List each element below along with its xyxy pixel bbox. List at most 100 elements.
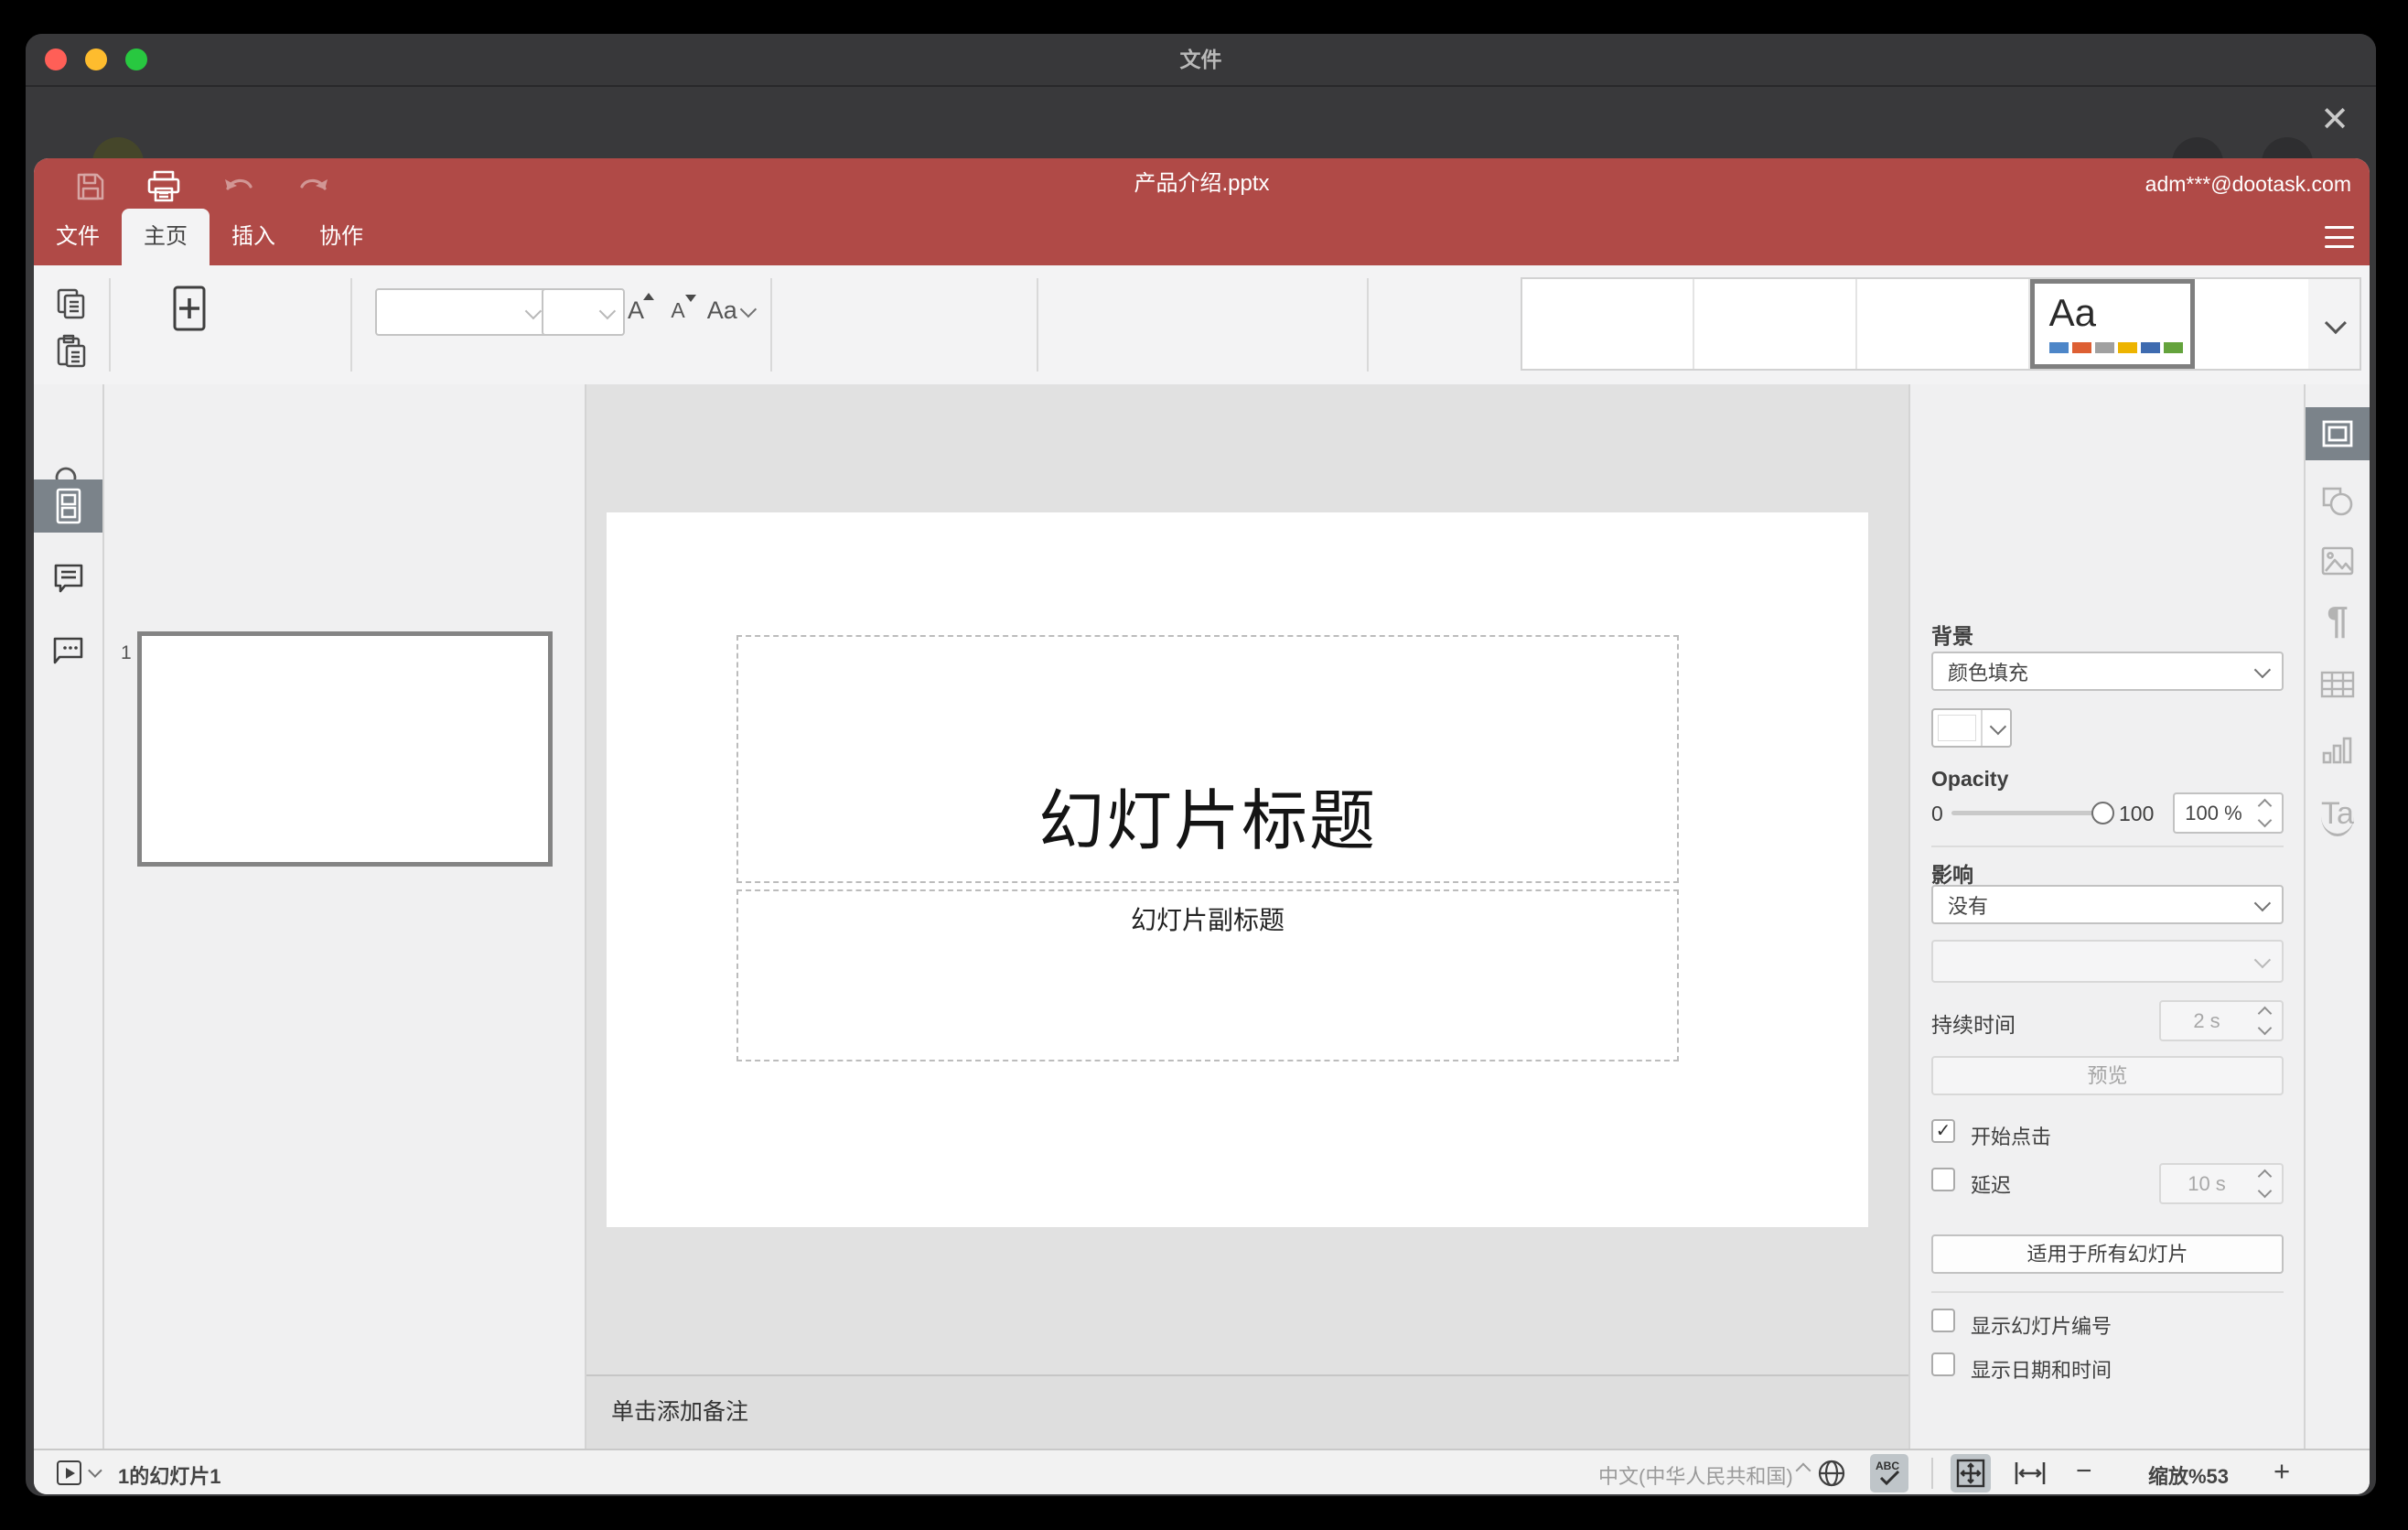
spell-check-toggle[interactable]: ABC <box>1870 1454 1908 1492</box>
apply-to-all-slides-button[interactable]: 适用于所有幻灯片 <box>1931 1234 2284 1274</box>
increase-font-label: A <box>627 296 644 324</box>
theme-tile[interactable] <box>1522 279 1695 369</box>
tab-insert[interactable]: 插入 <box>210 209 297 265</box>
chevron-down-icon <box>2253 894 2272 912</box>
theme-tile-label: Aa <box>2048 291 2096 334</box>
redo-icon <box>300 178 328 190</box>
tab-home[interactable]: 主页 <box>122 209 210 265</box>
show-date-checkbox[interactable] <box>1931 1352 1955 1376</box>
theme-tile-selected[interactable]: Aa <box>2029 279 2195 369</box>
background-color-picker[interactable] <box>1931 708 2012 748</box>
decrease-font-button[interactable]: A <box>658 291 698 329</box>
print-button[interactable] <box>145 170 182 202</box>
save-icon <box>77 173 104 200</box>
background-label: 背景 <box>1931 624 1973 648</box>
zoom-value: 缩放%53 <box>2147 1465 2230 1488</box>
change-case-button[interactable]: Aa <box>698 291 762 329</box>
fit-to-slide-toggle[interactable] <box>1951 1454 1991 1492</box>
tab-file[interactable]: 文件 <box>34 209 122 265</box>
theme-tile[interactable] <box>1857 279 2030 369</box>
theme-tile[interactable] <box>2195 279 2308 369</box>
presentation-editor: 产品介绍.pptx adm***@dootask.com 文件 主页 插入 协作… <box>34 158 2370 1494</box>
svg-text:ABC: ABC <box>1876 1460 1899 1472</box>
zoom-in-button[interactable]: + <box>2274 1455 2290 1488</box>
sidebar-item-chart-settings[interactable] <box>2306 724 2370 777</box>
show-slide-number-label: 显示幻灯片编号 <box>1971 1315 2112 1338</box>
table-settings-icon <box>2320 671 2355 698</box>
globe-icon <box>1818 1460 1845 1487</box>
increase-font-button[interactable]: A <box>616 291 656 329</box>
slideshow-mode-arrow[interactable] <box>88 1463 102 1478</box>
fit-to-slide-icon <box>1956 1459 1985 1488</box>
save-button[interactable] <box>72 171 109 202</box>
comment-icon <box>54 564 82 593</box>
slide[interactable]: 幻灯片标题 幻灯片副标题 <box>607 512 1868 1227</box>
close-icon[interactable]: ✕ <box>2313 98 2357 142</box>
sidebar-item-textart-settings[interactable]: Ta <box>2306 790 2370 843</box>
opacity-spinner[interactable]: 100 % <box>2173 792 2284 834</box>
copy-button[interactable] <box>52 286 91 322</box>
spinner-arrows-icon <box>2252 1006 2282 1036</box>
notes-area[interactable]: 单击添加备注 <box>586 1374 1908 1449</box>
window-title: 文件 <box>1179 48 1222 71</box>
document-title: 产品介绍.pptx <box>1134 171 1270 196</box>
theme-gallery-expand-button[interactable] <box>2308 279 2360 369</box>
slide-settings-icon <box>2322 420 2353 447</box>
add-slide-button[interactable] <box>162 282 217 335</box>
left-sidebar <box>34 384 104 1449</box>
sidebar-item-image-settings[interactable] <box>2306 534 2370 587</box>
undo-button[interactable] <box>220 171 257 202</box>
theme-palette <box>2048 342 2183 353</box>
sidebar-item-paragraph-settings[interactable]: ¶ <box>2306 594 2370 647</box>
subtitle-placeholder[interactable]: 幻灯片副标题 <box>736 889 1679 1061</box>
opacity-slider-track[interactable] <box>1951 811 2105 815</box>
slide-thumbnail-number: 1 <box>121 642 132 663</box>
zoom-out-button[interactable]: − <box>2076 1456 2092 1487</box>
paste-button[interactable] <box>52 331 91 372</box>
arrow-up-icon <box>643 293 654 300</box>
tab-collaboration[interactable]: 协作 <box>297 209 385 265</box>
show-slide-number-checkbox[interactable] <box>1931 1309 1955 1332</box>
slide-subtitle-text: 幻灯片副标题 <box>1130 906 1285 934</box>
start-slideshow-status-button[interactable] <box>57 1460 81 1485</box>
start-on-click-checkbox[interactable]: ✓ <box>1931 1119 1955 1143</box>
sidebar-item-slides-overlay[interactable] <box>34 479 102 533</box>
title-placeholder[interactable]: 幻灯片标题 <box>736 635 1679 883</box>
hamburger-menu-icon[interactable] <box>2325 226 2354 248</box>
sidebar-item-shape-settings[interactable] <box>2306 475 2370 528</box>
sidebar-item-comments[interactable] <box>34 551 102 604</box>
effect-type-select-disabled <box>1931 940 2284 983</box>
language-selector[interactable]: 中文(中华人民共和国) <box>1598 1460 1793 1490</box>
opacity-slider-knob[interactable] <box>2091 802 2114 824</box>
spell-check-icon: ABC <box>1876 1460 1899 1486</box>
theme-gallery: Aa <box>1521 277 2361 371</box>
sidebar-item-chat[interactable] <box>34 624 102 677</box>
fit-to-width-button[interactable] <box>2010 1456 2050 1491</box>
color-swatch <box>1938 715 1976 741</box>
arrow-down-icon <box>685 295 696 302</box>
language-caret-icon <box>1795 1462 1811 1479</box>
chat-icon <box>53 637 82 664</box>
theme-tile[interactable] <box>1694 279 1858 369</box>
font-name-combobox[interactable] <box>375 288 551 336</box>
slide-thumbnail[interactable] <box>137 631 553 867</box>
redo-button[interactable] <box>296 171 332 202</box>
chevron-down-icon <box>2324 311 2347 334</box>
delay-value: 10 s <box>2188 1171 2226 1195</box>
sidebar-item-table-settings[interactable] <box>2306 658 2370 711</box>
effect-select[interactable]: 没有 <box>1931 885 2284 924</box>
screenshot-stage: 文件 ✕ 产品介绍.pptx adm***@dootask.com 文件 主页 … <box>0 0 2408 1530</box>
document-language-button[interactable] <box>1814 1456 1849 1491</box>
preview-button: 预览 <box>1931 1056 2284 1095</box>
chevron-down-icon <box>2253 661 2272 679</box>
delay-checkbox[interactable] <box>1931 1168 1955 1191</box>
sidebar-item-slide-settings[interactable] <box>2306 407 2370 460</box>
delay-label: 延迟 <box>1971 1174 2012 1197</box>
effect-label: 影响 <box>1931 863 1973 887</box>
slide-canvas-area: 幻灯片标题 幻灯片副标题 单击添加备注 <box>586 384 1908 1449</box>
slide-info: 1的幻灯片1 <box>118 1465 221 1488</box>
background-fill-select[interactable]: 颜色填充 <box>1931 652 2284 691</box>
font-size-combobox[interactable] <box>542 288 625 336</box>
play-icon <box>65 1467 75 1479</box>
spinner-arrows-icon[interactable] <box>2252 798 2282 828</box>
